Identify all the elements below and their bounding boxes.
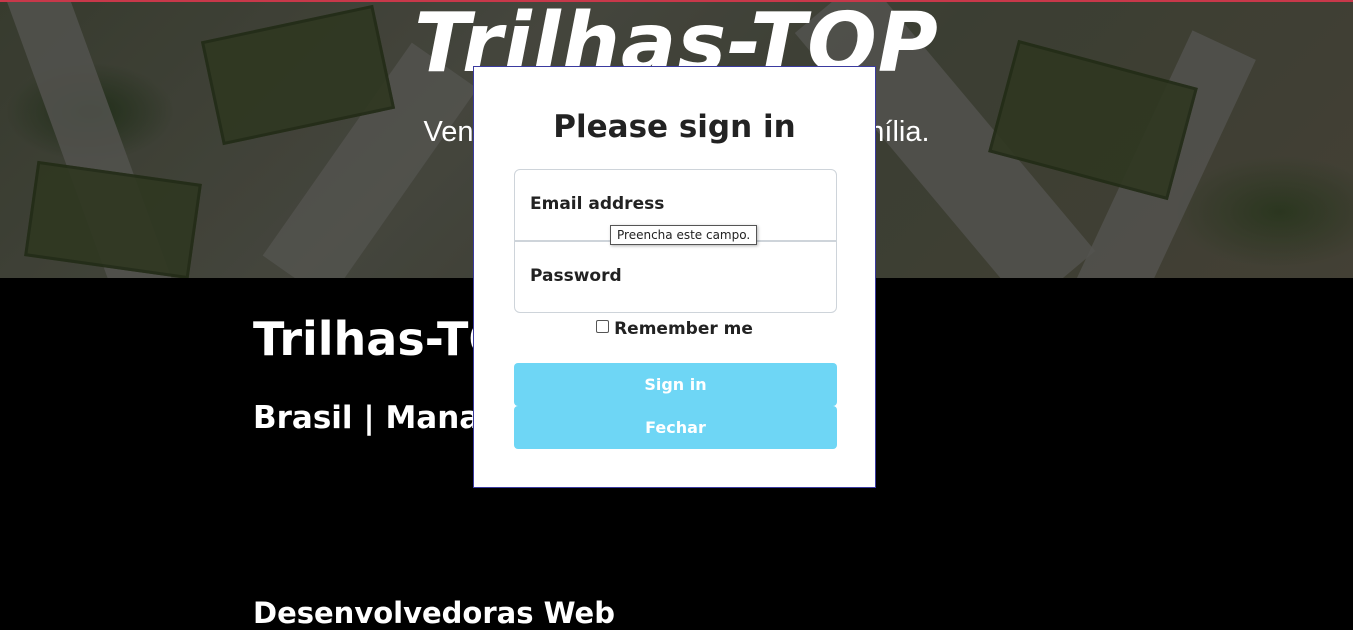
validation-tooltip: Preencha este campo. <box>610 225 758 245</box>
modal-title: Please sign in <box>553 109 796 145</box>
remember-me: Remember me <box>474 319 875 339</box>
password-input[interactable] <box>515 242 836 312</box>
remember-me-label: Remember me <box>614 319 753 339</box>
remember-me-checkbox[interactable] <box>596 320 610 333</box>
signin-button[interactable]: Sign in <box>514 363 837 406</box>
content-title: Trilhas-TO <box>253 312 508 366</box>
content-devs-heading: Desenvolvedoras Web <box>253 596 615 630</box>
signin-modal: Please sign in Email address Preencha es… <box>473 66 876 488</box>
close-button[interactable]: Fechar <box>514 406 837 449</box>
password-field[interactable]: Password <box>514 241 837 313</box>
